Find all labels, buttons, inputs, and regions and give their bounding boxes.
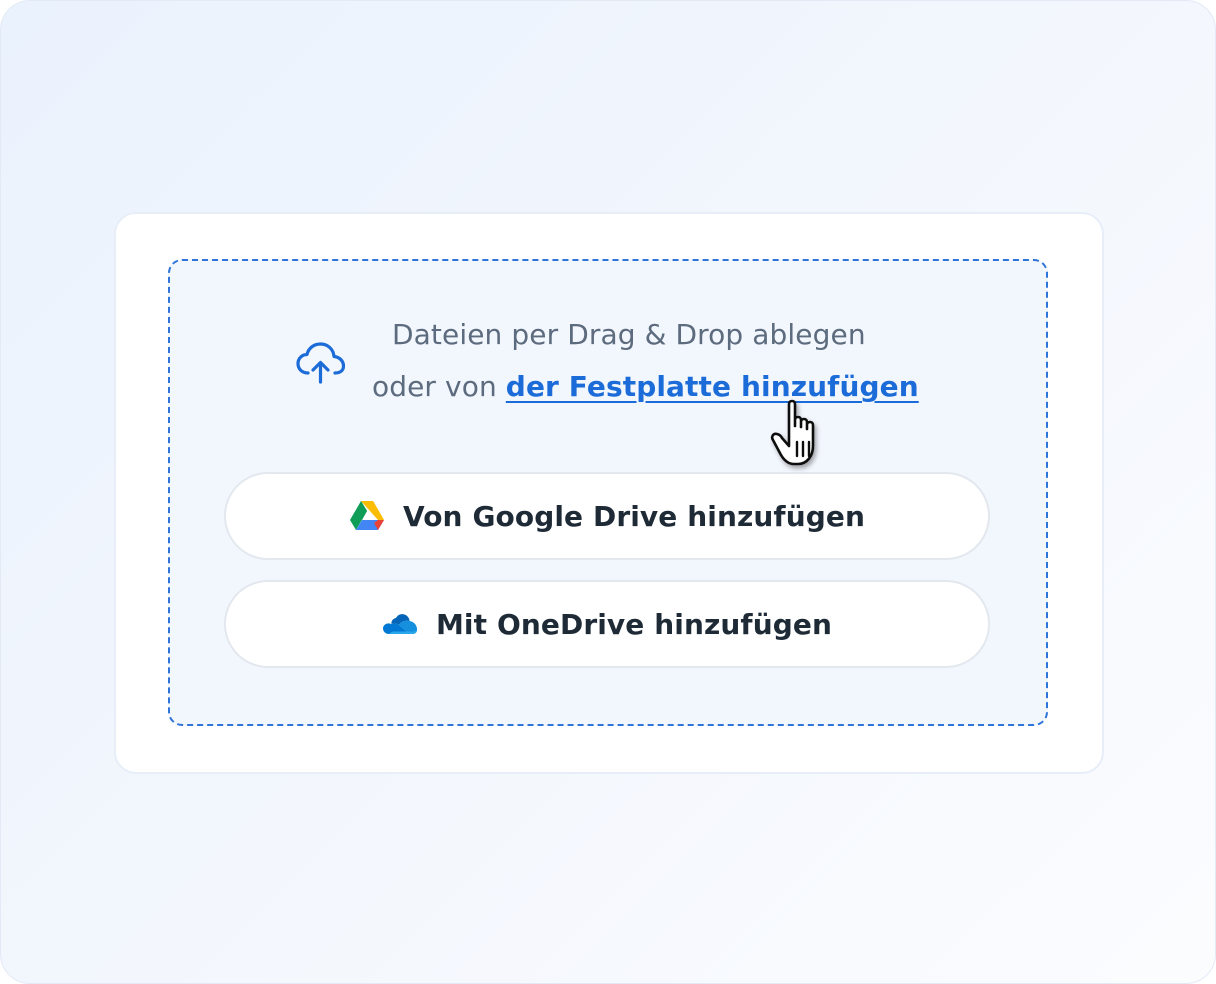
dropzone-instruction: Dateien per Drag & Drop ablegen [392, 318, 866, 351]
dropzone-alternative-prefix: oder von [372, 370, 506, 403]
google-drive-button[interactable]: Von Google Drive hinzufügen [224, 472, 990, 560]
cloud-upload-icon [296, 342, 346, 384]
onedrive-icon [382, 614, 418, 634]
onedrive-button[interactable]: Mit OneDrive hinzufügen [224, 580, 990, 668]
google-drive-button-label: Von Google Drive hinzufügen [402, 499, 865, 533]
hand-pointer-icon [770, 399, 815, 466]
google-drive-icon [349, 501, 384, 530]
browse-hard-drive-link[interactable]: der Festplatte hinzufügen [506, 370, 919, 403]
onedrive-button-label: Mit OneDrive hinzufügen [435, 607, 833, 641]
